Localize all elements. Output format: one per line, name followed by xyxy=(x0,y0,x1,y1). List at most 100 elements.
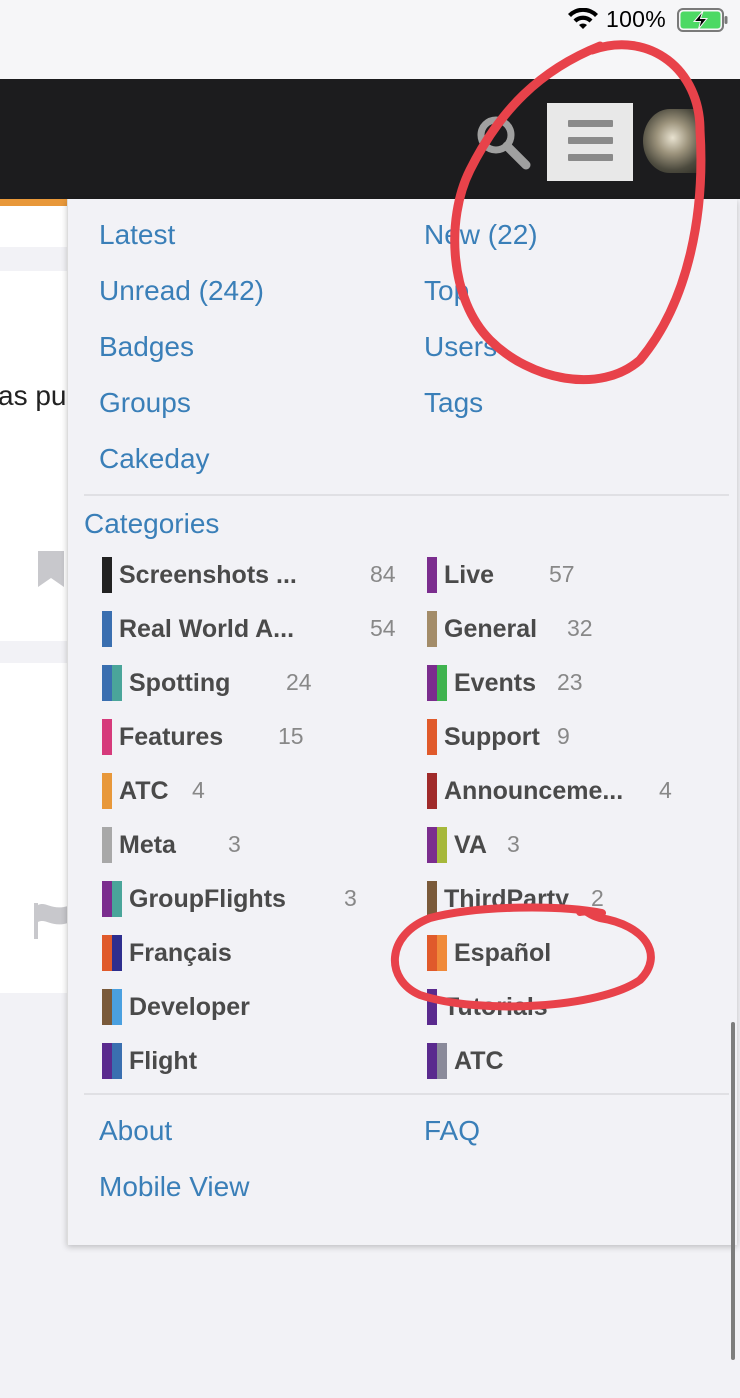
hamburger-menu-icon xyxy=(568,120,613,127)
menu-link-cakeday[interactable]: Cakeday xyxy=(99,443,210,475)
category-count: 32 xyxy=(567,615,593,641)
battery-charging-icon xyxy=(677,8,728,32)
category-color-swatch xyxy=(102,989,122,1025)
battery-percent: 100% xyxy=(606,6,667,32)
user-avatar[interactable] xyxy=(643,109,697,173)
category-color-swatch xyxy=(102,611,112,647)
background-post-card xyxy=(0,663,68,993)
category-count: 54 xyxy=(370,615,396,641)
category-name: ATC xyxy=(454,1046,504,1075)
category-color-swatch xyxy=(427,935,447,971)
category-count: 24 xyxy=(286,669,312,695)
category-count: 4 xyxy=(659,777,672,803)
category-name: Tutorials xyxy=(444,992,548,1021)
category-color-swatch xyxy=(102,719,112,755)
category-count: 2 xyxy=(591,885,604,911)
category-count: 4 xyxy=(192,777,205,803)
category-name: Events xyxy=(454,668,536,697)
category-name: Spotting xyxy=(129,668,231,697)
category-name: Français xyxy=(129,938,232,967)
category-color-swatch xyxy=(427,1043,447,1079)
menu-link-mobile-view[interactable]: Mobile View xyxy=(99,1171,249,1203)
search-icon[interactable] xyxy=(470,109,534,173)
category-name: Features xyxy=(119,722,224,751)
menu-link-about[interactable]: About xyxy=(99,1115,172,1147)
category-item[interactable]: ATC xyxy=(427,1043,504,1079)
category-name: Live xyxy=(444,560,495,589)
category-item[interactable]: VA 3 xyxy=(427,827,520,863)
category-item[interactable]: Flight xyxy=(102,1043,197,1079)
category-count: 57 xyxy=(549,561,575,587)
category-count: 3 xyxy=(228,831,241,857)
category-item[interactable]: Features 15 xyxy=(102,719,304,755)
category-item[interactable]: Developer xyxy=(102,989,250,1025)
category-color-swatch xyxy=(427,611,437,647)
menu-link-groups[interactable]: Groups xyxy=(99,387,191,419)
category-item[interactable]: Events 23 xyxy=(427,665,583,701)
category-name: Announceme... xyxy=(444,776,624,805)
menu-link-latest[interactable]: Latest xyxy=(99,219,175,251)
menu-link-top[interactable]: Top xyxy=(424,275,469,307)
category-item[interactable]: General 32 xyxy=(427,611,593,647)
category-item[interactable]: Announceme... 4 xyxy=(427,773,672,809)
menu-link-faq[interactable]: FAQ xyxy=(424,1115,480,1147)
category-item[interactable]: Screenshots ... 84 xyxy=(102,557,396,593)
category-item[interactable]: Français xyxy=(102,935,232,971)
menu-link-tags[interactable]: Tags xyxy=(424,387,483,419)
menu-link-users[interactable]: Users xyxy=(424,331,497,363)
category-item[interactable]: Live 57 xyxy=(427,557,575,593)
category-item[interactable]: ATC 4 xyxy=(102,773,205,809)
menu-divider xyxy=(84,1093,729,1095)
category-item[interactable]: Real World A... 54 xyxy=(102,611,396,647)
category-color-swatch xyxy=(102,665,122,701)
category-count: 23 xyxy=(557,669,583,695)
category-name: VA xyxy=(454,830,487,859)
category-color-swatch xyxy=(427,719,437,755)
category-color-swatch xyxy=(102,773,112,809)
category-name: Español xyxy=(454,938,552,967)
category-color-swatch xyxy=(427,773,437,809)
category-name: Real World A... xyxy=(119,614,295,643)
category-color-swatch xyxy=(427,665,447,701)
category-color-swatch xyxy=(427,989,437,1025)
category-item[interactable]: ThirdParty 2 xyxy=(427,881,604,917)
category-color-swatch xyxy=(102,827,112,863)
page-scrollbar[interactable] xyxy=(731,1022,735,1360)
menu-divider xyxy=(84,494,729,496)
hamburger-menu-panel: Latest New (22) Unread (242) Top Badges … xyxy=(67,199,737,1245)
hamburger-menu-button[interactable] xyxy=(547,103,633,181)
category-item[interactable]: GroupFlights 3 xyxy=(102,881,357,917)
wifi-icon xyxy=(568,8,598,29)
categories-heading-link[interactable]: Categories xyxy=(84,508,219,540)
menu-link-unread[interactable]: Unread (242) xyxy=(99,275,264,307)
category-item[interactable]: Support 9 xyxy=(427,719,570,755)
category-count: 15 xyxy=(278,723,304,749)
category-color-swatch xyxy=(427,557,437,593)
category-count: 3 xyxy=(507,831,520,857)
category-color-swatch xyxy=(102,881,122,917)
category-count: 9 xyxy=(557,723,570,749)
category-count: 3 xyxy=(344,885,357,911)
category-name: ATC xyxy=(119,776,169,805)
category-item[interactable]: Tutorials xyxy=(427,989,548,1025)
background-post-text: as pu xyxy=(0,380,67,411)
category-name: Developer xyxy=(129,992,250,1021)
menu-link-new[interactable]: New (22) xyxy=(424,219,538,251)
category-name: Screenshots ... xyxy=(119,560,297,589)
status-bar: 100% xyxy=(0,0,740,79)
category-color-swatch xyxy=(102,1043,122,1079)
category-name: ThirdParty xyxy=(444,884,570,913)
category-item[interactable]: Español xyxy=(427,935,551,971)
site-header xyxy=(0,79,740,199)
category-name: GroupFlights xyxy=(129,884,286,913)
category-name: General xyxy=(444,614,538,643)
menu-link-badges[interactable]: Badges xyxy=(99,331,194,363)
category-item[interactable]: Meta 3 xyxy=(102,827,241,863)
category-item[interactable]: Spotting 24 xyxy=(102,665,312,701)
category-name: Support xyxy=(444,722,540,751)
flag-icon[interactable] xyxy=(32,903,70,939)
category-color-swatch xyxy=(427,881,437,917)
category-color-swatch xyxy=(102,935,122,971)
bookmark-icon[interactable] xyxy=(38,551,64,587)
category-name: Flight xyxy=(129,1046,198,1075)
